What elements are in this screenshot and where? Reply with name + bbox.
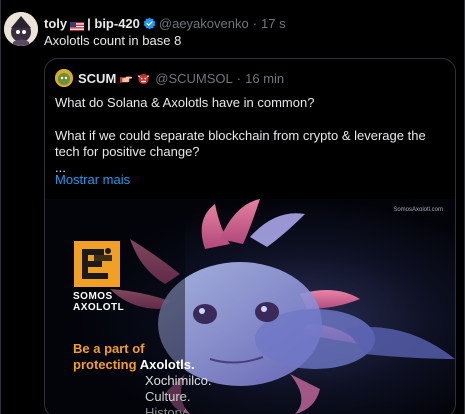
- quoted-tweet[interactable]: SCUM @SCUMSOL · 16 min What do Solana & …: [44, 58, 456, 414]
- tweet-text: Axolotls count in base 8: [44, 33, 182, 48]
- author-handle[interactable]: @aeyakovenko: [159, 16, 249, 31]
- verified-badge-icon: [143, 17, 156, 30]
- quoted-tweet-time[interactable]: 16 min: [245, 71, 284, 86]
- somos-axolotl-logo: [74, 241, 120, 287]
- us-flag-icon: [70, 19, 85, 31]
- cta-line: Be a part of: [73, 341, 145, 356]
- tweet[interactable]: toly | bip-420 @aeyakovenko · 17 s Axolo…: [0, 0, 465, 414]
- tweet-time[interactable]: 17 s: [261, 16, 286, 31]
- site-url: SomosAxolotl.com: [393, 207, 443, 213]
- separator-dot: ·: [236, 70, 242, 86]
- quoted-tweet-text: What do Solana & Axolotls have in common…: [55, 95, 450, 176]
- quoted-author-avatar[interactable]: [55, 69, 73, 87]
- show-more-link[interactable]: Mostrar mais: [55, 172, 130, 187]
- quoted-author-name[interactable]: SCUM: [78, 71, 116, 86]
- author-name-suffix: | bip-420: [87, 15, 140, 31]
- cta-orange-text: protecting: [73, 357, 137, 372]
- cta-line: Xochimilco.: [145, 373, 212, 388]
- author-avatar[interactable]: [4, 12, 38, 46]
- quoted-media-image[interactable]: SomosAxolotl.com SOMOS AXOLOTL Be a part…: [45, 199, 455, 414]
- separator-dot: ·: [252, 15, 258, 31]
- pointing-hand-icon: [120, 72, 133, 85]
- quoted-author-handle[interactable]: @SCUMSOL: [155, 71, 233, 86]
- author-name[interactable]: toly: [44, 16, 67, 31]
- quoted-tweet-header: SCUM @SCUMSOL · 16 min: [55, 69, 284, 87]
- cta-line: History.: [145, 405, 189, 414]
- logo-text: SOMOS: [73, 291, 113, 302]
- logo-text: AXOLOTL: [73, 302, 125, 313]
- cta-line: protecting Axolotls.: [73, 357, 195, 372]
- cta-line: Culture.: [145, 389, 191, 404]
- quoted-text-line: What do Solana & Axolotls have in common…: [55, 95, 315, 110]
- ogre-icon: [137, 72, 150, 85]
- quoted-text-line: What if we could separate blockchain fro…: [55, 128, 426, 159]
- cta-white-text: Axolotls.: [139, 357, 195, 372]
- tweet-header: toly | bip-420 @aeyakovenko · 17 s: [44, 14, 286, 32]
